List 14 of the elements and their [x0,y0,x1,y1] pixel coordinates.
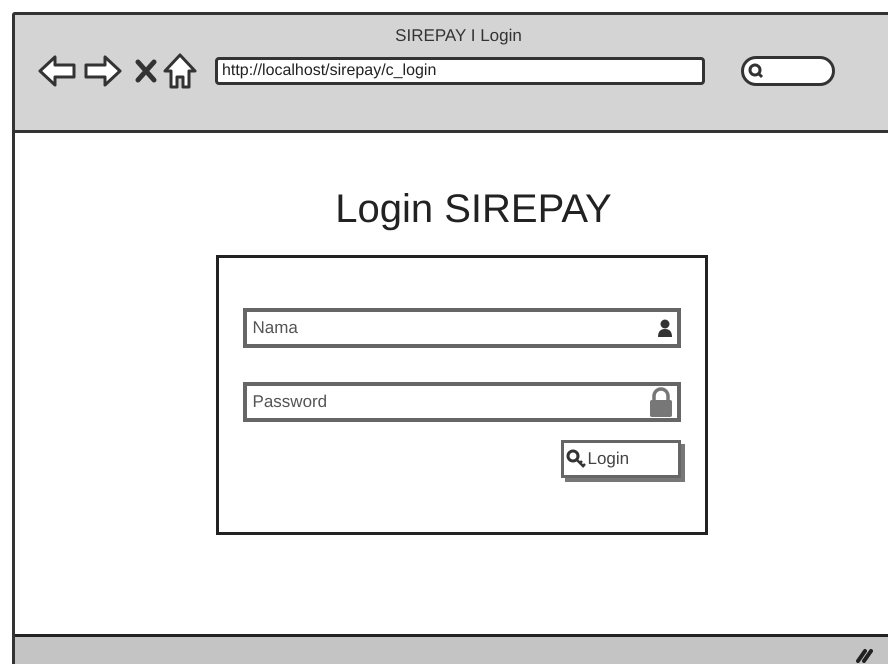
user-icon [656,319,672,337]
search-icon [748,63,764,79]
window-title: SIREPAY I Login [395,25,522,47]
back-arrow-icon[interactable] [37,54,77,88]
input-field[interactable]: Password [242,382,680,422]
search-field[interactable] [741,56,835,86]
lock-icon [648,387,672,417]
key-icon [566,449,586,469]
page-heading: Login SIREPAY [335,189,612,229]
forward-arrow-icon[interactable] [83,54,123,88]
home-icon[interactable] [163,53,197,89]
address-field[interactable]: http://localhost/sirepay/c_login [215,57,705,85]
input-field[interactable]: Nama [242,308,680,348]
close-icon[interactable] [135,59,157,83]
